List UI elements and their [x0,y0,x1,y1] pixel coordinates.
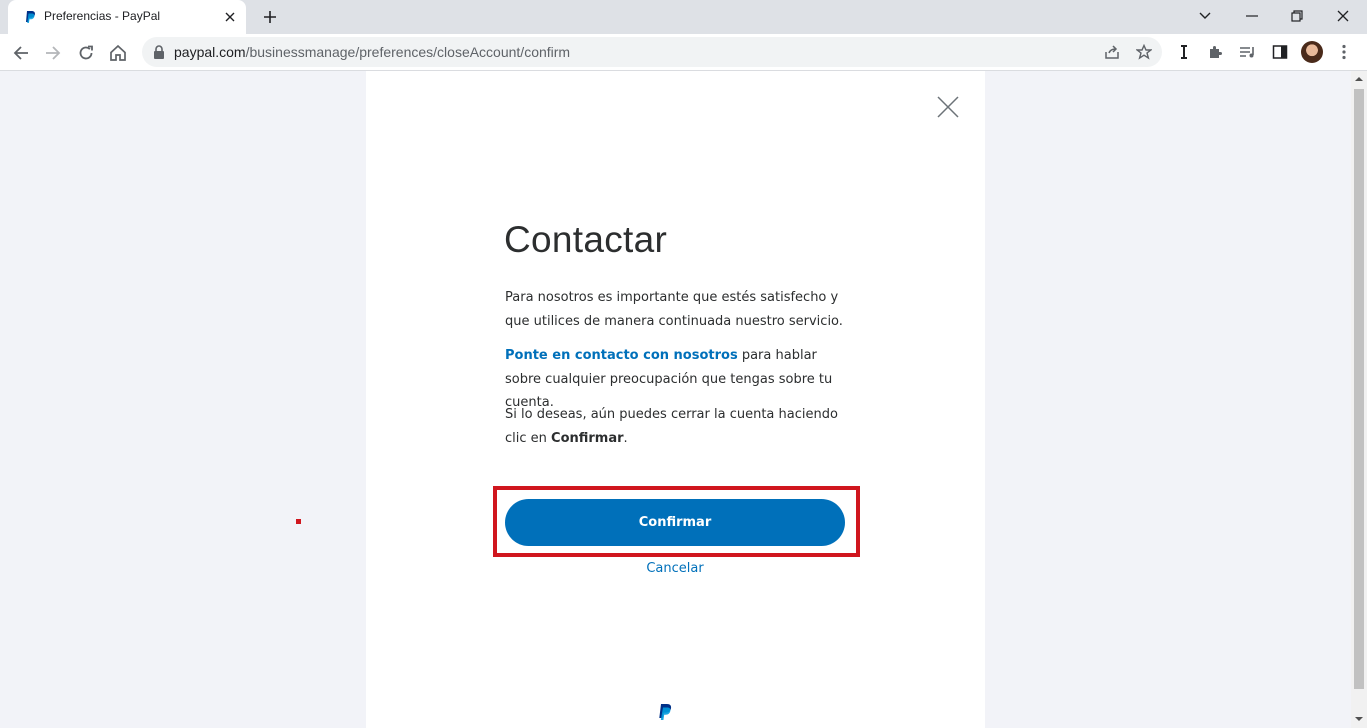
restore-icon[interactable] [1285,4,1309,28]
scroll-up-arrow-icon[interactable] [1355,77,1363,81]
reader-extension-icon[interactable] [1173,41,1195,63]
close-account-paragraph: Si lo deseas, aún puedes cerrar la cuent… [505,403,855,450]
home-icon[interactable] [105,40,131,66]
page-title: Contactar [504,219,668,260]
tab-title: Preferencias - PayPal [44,9,161,23]
page-scrollbar[interactable] [1351,71,1367,728]
cancel-link[interactable]: Cancelar [636,561,714,576]
extensions-puzzle-icon[interactable] [1205,41,1227,63]
url-path: /businessmanage/preferences/closeAccount… [245,44,571,60]
browser-tab[interactable]: Preferencias - PayPal [8,0,246,34]
browser-toolbar: paypal.com/businessmanage/preferences/cl… [0,34,1367,71]
profile-avatar[interactable] [1301,41,1323,63]
confirm-emphasis: Confirmar [551,430,624,446]
title-bar: Preferencias - PayPal [0,0,1367,34]
minimize-icon[interactable] [1240,4,1264,28]
tab-search-chevron-icon[interactable] [1193,4,1217,28]
address-bar[interactable]: paypal.com/businessmanage/preferences/cl… [142,37,1162,67]
contact-us-link[interactable]: Ponte en contacto con nosotros [505,348,738,363]
menu-kebab-icon[interactable] [1333,41,1355,63]
close-dialog-icon[interactable] [936,95,960,119]
paypal-favicon-icon [26,11,35,23]
lock-icon [154,45,164,59]
url-host: paypal.com [174,44,246,60]
close-account-period: . [623,430,628,446]
bookmark-star-icon[interactable] [1134,42,1154,62]
page-viewport: Contactar Para nosotros es importante qu… [0,71,1351,728]
forward-icon[interactable] [40,40,66,66]
close-window-icon[interactable] [1331,4,1355,28]
confirm-button[interactable]: Confirmar [505,499,845,546]
paypal-logo-icon [659,704,672,720]
reload-icon[interactable] [73,40,99,66]
side-panel-icon[interactable] [1269,41,1291,63]
scroll-thumb[interactable] [1354,89,1364,689]
media-queue-icon[interactable] [1237,41,1259,63]
intro-paragraph: Para nosotros es importante que estés sa… [505,290,843,329]
new-tab-plus-icon[interactable] [260,7,280,27]
share-icon[interactable] [1102,42,1122,62]
url-text: paypal.com/businessmanage/preferences/cl… [174,44,570,60]
red-marker [296,519,301,524]
contact-dialog: Contactar Para nosotros es importante qu… [366,71,985,728]
scroll-down-arrow-icon[interactable] [1355,717,1363,721]
tab-close-icon[interactable] [222,9,238,25]
back-icon[interactable] [8,40,34,66]
